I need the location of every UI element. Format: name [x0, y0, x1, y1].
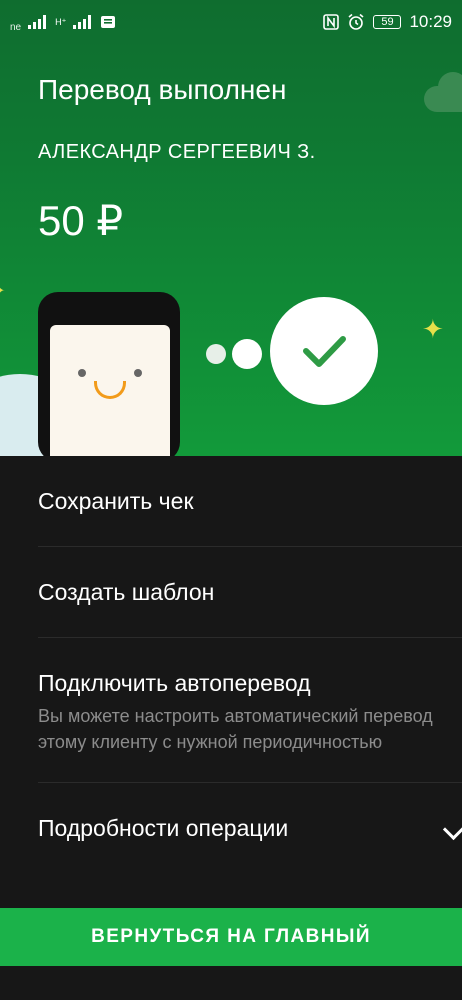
signal-icon-2	[73, 15, 92, 29]
sparkle-icon: ✦	[0, 284, 5, 300]
checkmark-icon	[303, 336, 346, 367]
create-template-button[interactable]: Создать шаблон	[38, 579, 462, 606]
status-right: 59 10:29	[323, 12, 452, 32]
divider	[38, 782, 462, 783]
status-left: ne H⁺	[10, 12, 116, 33]
transfer-amount: 50 ₽	[38, 197, 124, 244]
recipient-name: АЛЕКСАНДР СЕРГЕЕВИЧ З.	[38, 141, 316, 163]
progress-dot	[206, 344, 226, 364]
operation-details-toggle[interactable]: Подробности операции	[38, 815, 462, 842]
smiley-eye-icon	[78, 369, 86, 377]
success-hero: ne H⁺ 59 10:29 Перевод выполнен АЛЕКСАНД…	[0, 0, 462, 456]
enable-autotransfer-button[interactable]: Подключить автоперевод Вы можете настрои…	[38, 670, 462, 755]
menu-item-label: Подробности операции	[38, 815, 289, 841]
menu-item-label: Сохранить чек	[38, 488, 194, 514]
cloud-decoration	[424, 72, 462, 112]
menu-item-label: Подключить автоперевод	[38, 670, 311, 696]
status-bar: ne H⁺ 59 10:29	[0, 0, 462, 44]
divider	[38, 637, 462, 638]
nfc-icon	[323, 14, 340, 30]
phone-screen	[50, 325, 170, 456]
signal-icon	[28, 15, 47, 29]
sparkle-icon: ✦	[422, 314, 444, 344]
battery-icon: 59	[373, 15, 402, 29]
save-receipt-button[interactable]: Сохранить чек	[38, 488, 462, 515]
smiley-eye-icon	[134, 369, 142, 377]
network-type-label: H⁺	[55, 16, 67, 27]
menu-item-label: Создать шаблон	[38, 579, 215, 605]
progress-dot	[232, 339, 262, 369]
divider	[38, 546, 462, 547]
page-title: Перевод выполнен	[38, 74, 287, 105]
clock: 10:29	[409, 12, 452, 31]
notification-icon	[101, 16, 116, 28]
back-to-main-button[interactable]: ВЕРНУТЬСЯ НА ГЛАВНЫЙ	[0, 908, 462, 966]
menu-item-description: Вы можете настроить автоматический перев…	[38, 706, 433, 752]
alarm-icon	[348, 13, 364, 30]
success-check-icon	[270, 297, 378, 405]
phone-illustration	[38, 292, 180, 456]
carrier-label: ne	[10, 21, 22, 33]
smiley-mouth-icon	[94, 381, 126, 399]
